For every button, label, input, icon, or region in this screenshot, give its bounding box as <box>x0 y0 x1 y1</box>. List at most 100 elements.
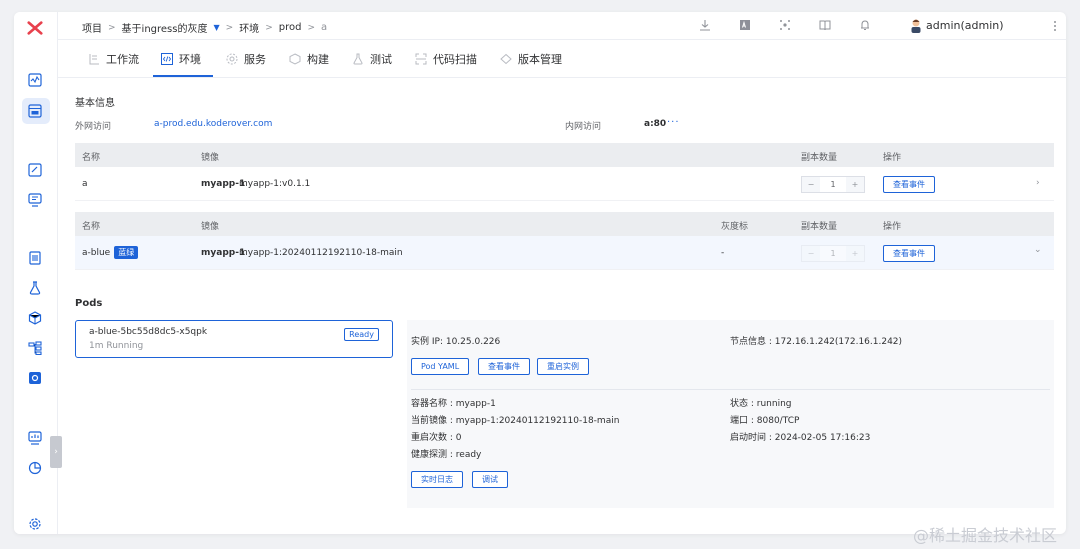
tab-workflow[interactable]: 工作流 <box>88 51 139 67</box>
external-access-link[interactable]: a-prod.edu.koderover.com <box>154 119 272 129</box>
test-icon <box>352 53 364 65</box>
start-time-value: 2024-02-05 17:16:23 <box>774 433 871 443</box>
pod-name: a-blue-5bc55d8dc5-x5qpk <box>89 327 208 337</box>
start-time-label: 启动时间 : <box>730 433 772 443</box>
internal-access-value: a:80 <box>644 119 667 129</box>
instance-ip: 实例 IP: 10.25.0.226 <box>411 334 500 347</box>
tab-service[interactable]: 服务 <box>226 51 266 67</box>
health-check-label: 健康探测 : <box>411 450 453 460</box>
breadcrumb-item-projects[interactable]: 项目 <box>82 20 102 35</box>
breadcrumb-item-environment[interactable]: 环境 <box>239 20 259 35</box>
version-icon <box>500 53 512 65</box>
divider <box>411 389 1050 390</box>
chevron-right-icon[interactable]: › <box>1036 178 1040 188</box>
service-name-text: a-blue <box>82 248 111 258</box>
port-value: 8080/TCP <box>756 416 800 426</box>
tab-environment[interactable]: 环境 <box>161 51 201 67</box>
bell-icon[interactable] <box>858 18 872 32</box>
project-icon[interactable] <box>27 103 43 119</box>
view-events-button[interactable]: 查看事件 <box>883 245 935 262</box>
debug-button[interactable]: 调试 <box>472 471 508 488</box>
tab-label: 版本管理 <box>518 53 562 66</box>
increment-button[interactable]: + <box>846 246 864 261</box>
replica-count[interactable]: 1 <box>820 177 846 192</box>
tab-version[interactable]: 版本管理 <box>500 51 562 67</box>
scan-icon <box>415 53 427 65</box>
breadcrumb-item-project[interactable]: 基于ingress的灰度 <box>122 20 208 35</box>
restart-instance-button[interactable]: 重启实例 <box>537 358 589 375</box>
replica-stepper[interactable]: − 1 + <box>801 245 865 262</box>
service-name: a-blue 蓝绿 <box>82 246 139 259</box>
breadcrumb-item-env-name[interactable]: prod <box>279 22 302 33</box>
pod-status: 1m Running <box>89 341 144 351</box>
table-header: 名称 镜像 灰度标 副本数量 操作 <box>75 212 1054 236</box>
docs-icon[interactable] <box>818 18 832 32</box>
restart-count-value: 0 <box>455 433 462 443</box>
realtime-log-button[interactable]: 实时日志 <box>411 471 463 488</box>
chevron-down-icon[interactable]: ⌄ <box>1034 245 1042 255</box>
col-ops: 操作 <box>883 153 902 163</box>
pod-yaml-button[interactable]: Pod YAML <box>411 358 470 375</box>
deploy-icon[interactable] <box>27 192 43 208</box>
dashboard-icon[interactable] <box>27 72 43 88</box>
col-gray-tag: 灰度标 <box>721 222 749 232</box>
more-vertical-icon[interactable] <box>1048 19 1062 33</box>
download-icon[interactable] <box>698 18 712 32</box>
artifact-icon[interactable] <box>27 310 43 326</box>
avatar[interactable] <box>908 17 924 33</box>
service-name: a <box>82 179 88 189</box>
increment-button[interactable]: + <box>846 177 864 192</box>
image-tag: myapp-1:20240112192110-18-main <box>239 248 403 258</box>
plugin-icon[interactable] <box>778 18 792 32</box>
tab-build[interactable]: 构建 <box>289 51 329 67</box>
view-events-button[interactable]: 查看事件 <box>883 176 935 193</box>
instance-ip-label: 实例 IP: <box>411 337 443 347</box>
decrement-button[interactable]: − <box>802 177 820 192</box>
translate-icon[interactable] <box>738 18 752 32</box>
table-row[interactable]: a myapp-1 myapp-1:v0.1.1 − 1 + 查看事件 › <box>75 167 1054 201</box>
more-addresses-button[interactable]: ··· <box>667 117 680 128</box>
system-settings-icon[interactable] <box>27 516 43 532</box>
external-access-label: 外网访问 <box>75 122 112 132</box>
replica-count[interactable]: 1 <box>820 246 846 261</box>
restart-count-label: 重启次数 : <box>411 433 453 443</box>
koderover-logo[interactable] <box>27 20 43 36</box>
container-name-label: 容器名称 : <box>411 399 453 409</box>
col-replicas: 副本数量 <box>801 153 838 163</box>
settings-box-icon[interactable] <box>27 370 43 386</box>
current-image-label: 当前镜像 : <box>411 416 453 426</box>
release-icon[interactable] <box>27 162 43 178</box>
pipeline-icon[interactable] <box>27 340 43 356</box>
tab-label: 代码扫描 <box>433 53 477 66</box>
tab-code-scan[interactable]: 代码扫描 <box>415 51 477 67</box>
container-state: 状态 : running <box>730 396 792 409</box>
replica-stepper[interactable]: − 1 + <box>801 176 865 193</box>
top-bar: 项目 > 基于ingress的灰度 ▼ > 环境 > prod > a admi… <box>58 12 1066 40</box>
code-icon <box>161 53 173 65</box>
gray-tag-value: - <box>721 248 725 258</box>
container-name-value: myapp-1 <box>455 399 496 409</box>
container-port: 端口 : 8080/TCP <box>730 413 799 426</box>
statistics-icon[interactable] <box>27 460 43 476</box>
monitor-icon[interactable] <box>27 430 43 446</box>
node-info: 节点信息 : 172.16.1.242(172.16.1.242) <box>730 334 902 347</box>
tab-test[interactable]: 测试 <box>352 51 392 67</box>
watermark: @稀土掘金技术社区 <box>913 526 1058 545</box>
health-check-value: ready <box>455 450 482 460</box>
tab-label: 测试 <box>370 53 392 66</box>
caret-down-icon[interactable]: ▼ <box>213 23 219 32</box>
pod-card[interactable]: a-blue-5bc55d8dc5-x5qpk 1m Running Ready <box>75 320 393 358</box>
col-ops: 操作 <box>883 222 902 232</box>
decrement-button[interactable]: − <box>802 246 820 261</box>
build-icon <box>289 53 301 65</box>
build-center-icon[interactable] <box>27 250 43 266</box>
user-name[interactable]: admin(admin) <box>926 19 1004 32</box>
section-title-pods: Pods <box>75 298 103 309</box>
breadcrumb-item-current: a <box>321 22 328 33</box>
col-image: 镜像 <box>201 153 220 163</box>
table-row[interactable]: a-blue 蓝绿 myapp-1 myapp-1:20240112192110-… <box>75 236 1054 270</box>
test-center-icon[interactable] <box>27 280 43 296</box>
app-window: › 项目 > 基于ingress的灰度 ▼ > 环境 > prod > a ad… <box>14 12 1066 534</box>
view-events-button[interactable]: 查看事件 <box>478 358 530 375</box>
pod-detail-panel: 实例 IP: 10.25.0.226 节点信息 : 172.16.1.242(1… <box>407 320 1054 508</box>
